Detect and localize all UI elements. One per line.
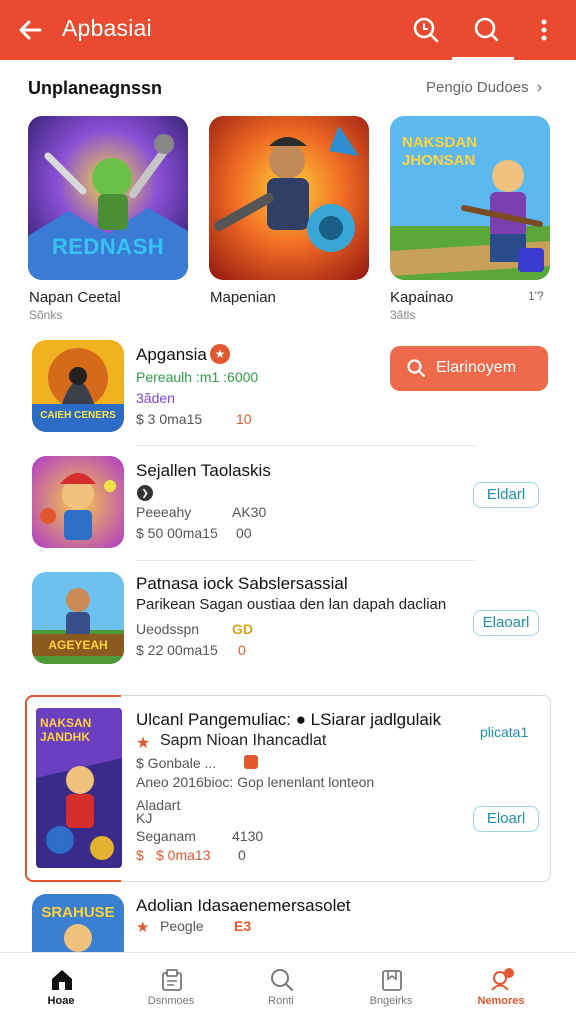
game-card-extra-3: 1'? xyxy=(528,289,544,303)
row-5-title[interactable]: Adolian Idasaenemersasolet xyxy=(136,896,351,916)
nav-library-label: Bngeirks xyxy=(369,995,413,1007)
nav-home[interactable]: Hoae xyxy=(6,953,116,1024)
row-4-side-label: plicata1 xyxy=(480,724,529,740)
row-5-line1: Peogle xyxy=(160,918,204,934)
row-3-meta-value: 0 xyxy=(238,642,246,658)
game-icon-2[interactable] xyxy=(32,456,124,548)
search-icon xyxy=(271,969,293,991)
row-1-line1: Pereaulh :m1 :6000 xyxy=(136,369,259,385)
game-icon-4[interactable]: NAKSAN JANDHK xyxy=(36,708,122,868)
play-circle-icon: ❯ xyxy=(137,485,153,501)
game-icon-3[interactable]: AGEYEAH xyxy=(32,572,124,664)
game-icon-3-text: AGEYEAH xyxy=(48,638,108,652)
nav-home-label: Hoae xyxy=(47,995,75,1007)
nav-docs-label: Dsnmoes xyxy=(147,995,195,1007)
row-2-meta-value: 00 xyxy=(236,525,252,541)
row-3-action-button[interactable]: Elaoarl xyxy=(473,610,539,636)
row-3-meta: $ 22 00ma15 xyxy=(136,642,218,658)
search-zoom-icon[interactable] xyxy=(410,14,442,46)
row-1-action-button[interactable]: Elarinoyem xyxy=(390,346,548,391)
game-card-art-1[interactable]: REDNASH xyxy=(28,116,188,280)
nav-docs[interactable]: Dsnmoes xyxy=(116,953,226,1024)
row-2-line1: Peeeahy xyxy=(136,504,192,520)
nav-search-label: Ronti xyxy=(268,995,294,1007)
row-2-meta: $ 50 00ma15 xyxy=(136,525,218,541)
row-1-meta-value: 10 xyxy=(236,411,252,427)
game-icon-5[interactable]: SRAHUSE xyxy=(32,894,124,952)
row-1-hot-icon: ★ xyxy=(210,344,230,364)
row-4-line2: $ Gonbale ... xyxy=(136,755,217,771)
row-3-line2-value: GD xyxy=(232,621,253,637)
row-4-line1: Sapm Nioan Ihancadlat xyxy=(160,732,327,749)
app-title: Apbasiai xyxy=(62,15,152,41)
nav-notifications-label: Nemores xyxy=(477,995,525,1007)
game-icon-4-text: NAKSAN JANDHK xyxy=(40,716,92,744)
game-card-art-3[interactable]: NAKSDAN JHONSAN xyxy=(390,116,550,280)
row-4-title[interactable]: Ulcanl Pangemuliac: ● LSiarar jadlgulaik xyxy=(136,710,441,730)
row-1-meta: $ 3 0ma15 xyxy=(136,411,203,427)
section-title: Unplaneagnssn xyxy=(28,78,163,98)
row-4-line3: Aneo 2016bioc: Gop lenenlant lonteon xyxy=(136,774,375,790)
library-icon xyxy=(382,970,402,991)
search-icon[interactable] xyxy=(470,14,502,46)
row-1-action-label: Elarinoyem xyxy=(436,359,517,376)
game-card-art-3-text: NAKSDAN JHONSAN xyxy=(402,134,477,169)
game-card-name-2[interactable]: Mapenian xyxy=(210,289,276,306)
row-4-meta: $ 0ma13 xyxy=(156,847,211,863)
row-3-line2: Ueodsspn xyxy=(136,621,200,637)
row-1-line2: 3ãden xyxy=(136,390,175,406)
nav-notifications[interactable]: Nemores xyxy=(446,953,556,1024)
game-card-name-1[interactable]: Napan Ceetal xyxy=(29,289,121,306)
row-3-title[interactable]: Patnasa iock Sabslersassial xyxy=(136,574,348,594)
game-card-art-1-text: REDNASH xyxy=(51,234,165,259)
row-2-title[interactable]: Sejallen Taolaskis xyxy=(136,461,271,481)
game-card-sub-3: 3ãtls xyxy=(390,308,416,322)
row-4-meta-value: 0 xyxy=(238,847,246,863)
arrow-left-icon[interactable] xyxy=(14,14,46,46)
row-4-line6-value: 4130 xyxy=(232,828,264,844)
see-all-label: Pengio Dudoes xyxy=(426,79,529,96)
star-icon: ★ xyxy=(136,919,150,936)
row-5-line1-value: E3 xyxy=(234,918,252,934)
chevron-right-icon: › xyxy=(536,79,543,96)
home-icon xyxy=(52,970,72,990)
nav-search[interactable]: Ronti xyxy=(226,953,336,1024)
game-card-art-2[interactable] xyxy=(209,116,369,280)
see-all-link[interactable]: Pengio Dudoes › xyxy=(426,79,542,97)
row-3-line1: Parikean Sagan oustiaa den lan dapah dac… xyxy=(136,596,447,613)
app-bar: Apbasiai xyxy=(0,0,576,60)
row-4-line6: Seganam xyxy=(136,828,196,844)
game-icon-5-text: SRAHUSE xyxy=(41,904,115,921)
nav-library[interactable]: Bngeirks xyxy=(336,953,446,1024)
notification-icon xyxy=(491,968,514,991)
divider xyxy=(136,445,476,446)
game-card-name-3[interactable]: Kapainao xyxy=(390,289,453,306)
divider xyxy=(136,560,476,561)
row-2-line1-value: AK30 xyxy=(232,504,267,520)
game-card-sub-1: Sõnks xyxy=(29,308,63,322)
game-icon-1-text: CAIEH CENERS xyxy=(40,410,116,421)
more-vert-icon[interactable] xyxy=(528,14,560,46)
row-1-title[interactable]: Apgansia xyxy=(136,345,207,365)
row-4-meta-icon: $ xyxy=(136,847,144,863)
game-icon-1[interactable]: CAIEH CENERS xyxy=(32,340,124,432)
grid-doc-icon xyxy=(162,969,182,991)
row-4-action-button[interactable]: Eloarl xyxy=(473,806,539,832)
row-2-action-button[interactable]: Eldarl xyxy=(473,482,539,508)
badge-icon xyxy=(244,755,258,769)
bottom-nav: Hoae Dsnmoes Ronti Bngeirks Nemores xyxy=(0,952,576,1024)
row-4-line5: KJ xyxy=(136,810,153,826)
search-icon xyxy=(407,359,426,378)
active-tab-indicator xyxy=(452,57,514,60)
star-icon: ★ xyxy=(136,735,151,752)
